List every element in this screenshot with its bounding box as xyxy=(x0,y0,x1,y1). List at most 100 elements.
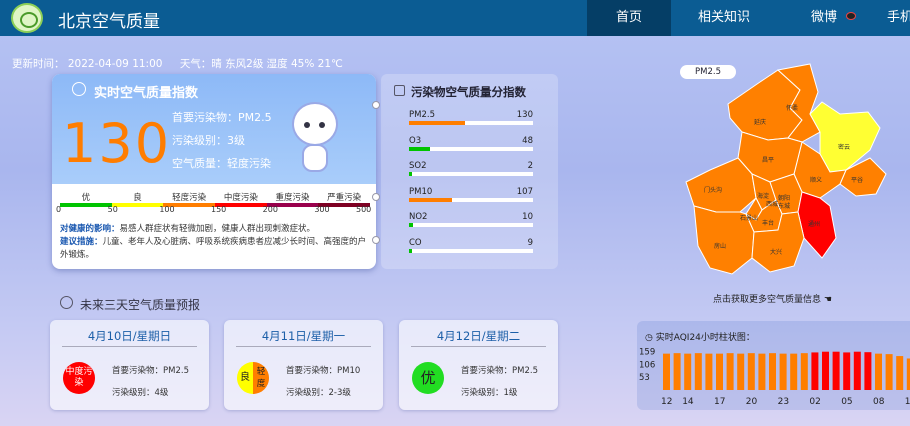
more-info-text: 点击获取更多空气质量信息 xyxy=(713,295,822,305)
chart-x-tick: 11 xyxy=(905,397,910,407)
pollutant-bar-track xyxy=(409,248,533,253)
forecast-pollutant: 首要污染物：PM10 xyxy=(286,366,361,376)
chart-bar[interactable] xyxy=(769,353,776,390)
chart-bar[interactable] xyxy=(684,353,692,390)
chart-x-tick: 23 xyxy=(778,397,789,407)
chart-bar[interactable] xyxy=(885,354,893,390)
top-navigation-bar: 北京空气质量 首页 相关知识 微博 手机 xyxy=(0,0,910,36)
pollutant-row[interactable]: NO2 10 xyxy=(409,212,533,227)
forecast-pollutant: 首要污染物：PM2.5 xyxy=(461,366,538,376)
chart-bar[interactable] xyxy=(822,351,829,390)
map-label: 大兴 xyxy=(770,248,782,256)
chart-bar[interactable] xyxy=(694,353,702,390)
aqi-scale-category: 严重污染 xyxy=(327,193,362,203)
map-district-mentougou[interactable] xyxy=(685,157,757,213)
aqi-scale-color xyxy=(111,203,164,207)
update-time: 更新时间： 2022-04-09 11:00 xyxy=(12,58,163,70)
chart-bar[interactable] xyxy=(726,353,734,390)
chart-bar[interactable] xyxy=(737,353,745,390)
nav-item-mobile[interactable]: 手机 xyxy=(880,0,910,36)
aqi-scale-category: 中度污染 xyxy=(223,193,258,203)
forecast-pollutant: 首要污染物：PM2.5 xyxy=(112,366,189,376)
pollutant-row[interactable]: CO 9 xyxy=(409,237,533,253)
chart-bar[interactable] xyxy=(663,353,670,390)
beijing-district-map[interactable]: 延庆 怀柔 密云 平谷 顺义 昌平 门头沟 海淀 朝阳 通州 石景山 丰台 房山… xyxy=(670,62,900,292)
chart-bar[interactable] xyxy=(790,353,798,390)
advice-label: 建议措施： xyxy=(60,237,103,247)
chart-bar[interactable] xyxy=(853,351,861,390)
forecast-card[interactable]: 4月12日/星期二 优 首要污染物：PM2.5 污染级别：1级 xyxy=(399,320,558,410)
chart-bar[interactable] xyxy=(747,353,755,390)
forecast-badge: 中度污染 xyxy=(63,362,95,394)
pollutant-bar-fill xyxy=(409,223,413,227)
forecast-card[interactable]: 4月10日/星期日 中度污染 首要污染物：PM2.5 污染级别：4级 xyxy=(50,320,209,410)
pollutant-bar-fill xyxy=(409,146,431,151)
pollutant-selector-badge[interactable]: PM2.5 xyxy=(680,65,736,79)
map-label: 通州 xyxy=(808,220,820,228)
aqi-value: 130 xyxy=(62,112,172,175)
forecast-badge: 优 xyxy=(412,362,444,394)
forecast-date: 4月10日/星期日 xyxy=(87,329,172,343)
pollutant-bar-fill xyxy=(409,197,453,202)
pollutant-bar-track xyxy=(409,223,533,227)
pollutant-row[interactable]: O3 48 xyxy=(409,136,533,151)
primary-pollutant: 首要污染物：PM2.5 xyxy=(172,111,272,124)
chart-bar[interactable] xyxy=(896,356,904,390)
chart-bar[interactable] xyxy=(875,353,882,390)
pollutant-row[interactable]: SO2 2 xyxy=(409,161,533,176)
site-logo[interactable] xyxy=(11,3,43,33)
more-info-link[interactable]: 点击获取更多空气质量信息 ☚ xyxy=(713,292,832,305)
chart-bar[interactable] xyxy=(843,352,851,390)
forecast-badge-left: 良 xyxy=(237,362,253,394)
pollutant-bar-track xyxy=(409,197,533,202)
chart-x-tick: 17 xyxy=(714,397,725,407)
pollutant-bar-track xyxy=(409,121,533,125)
weibo-icon[interactable] xyxy=(846,12,856,20)
aqi-scale-bar: 优 良 轻度污染 中度污染 重度污染 严重污染 xyxy=(60,191,370,207)
chart-bar[interactable] xyxy=(864,352,872,390)
chart-bar[interactable] xyxy=(779,353,787,390)
divider xyxy=(411,346,546,347)
chart-bar[interactable] xyxy=(716,353,723,390)
map-label: 海淀 xyxy=(757,192,769,200)
pollutant-card-title: 污染物空气质量分指数 xyxy=(411,85,526,99)
pollutant-bar-track xyxy=(409,146,533,151)
map-label: 西城 xyxy=(766,201,778,208)
aqi-scale-tick: 50 xyxy=(107,205,118,214)
pollutant-row[interactable]: PM10 107 xyxy=(409,187,533,202)
aqi-scale-tick: 0 xyxy=(56,205,62,214)
chart-bar[interactable] xyxy=(673,353,681,390)
rivet-icon xyxy=(372,101,380,109)
chart-x-tick: 14 xyxy=(682,397,694,407)
forecast-title: 未来三天空气质量预报 xyxy=(80,298,201,312)
nav-item-knowledge[interactable]: 相关知识 xyxy=(688,0,760,36)
pollutant-value: 2 xyxy=(527,161,533,171)
chart-bar[interactable] xyxy=(811,352,819,390)
pollution-level: 污染级别：3级 xyxy=(172,134,245,147)
chart-x-tick: 05 xyxy=(841,397,852,407)
map-label: 怀柔 xyxy=(786,104,798,112)
map-label: 丰台 xyxy=(762,219,774,227)
aqi-scale-tick: 500 xyxy=(356,205,372,214)
aqi-scale-tick: 150 xyxy=(211,205,227,214)
aqi-scale-color xyxy=(60,203,112,207)
chart-bar[interactable] xyxy=(758,353,766,390)
aqi-scale-category: 重度污染 xyxy=(275,193,310,203)
map-label: 东城 xyxy=(778,202,790,210)
nav-item-home[interactable]: 首页 xyxy=(587,0,671,36)
pollutant-row[interactable]: PM2.5 130 xyxy=(409,110,533,125)
map-label: 朝阳 xyxy=(778,194,790,202)
forecast-card[interactable]: 4月11日/星期一 良 轻度 首要污染物：PM10 污染级别：2-3级 xyxy=(224,320,383,410)
chart-bar[interactable] xyxy=(705,353,713,390)
chart-bar[interactable] xyxy=(800,353,808,390)
aqi-scale-category: 优 xyxy=(81,193,91,203)
pollutant-bar-track xyxy=(409,172,533,176)
app-title: 北京空气质量 xyxy=(58,12,160,32)
chart-bar[interactable] xyxy=(832,351,840,390)
aqi-scale-category: 良 xyxy=(133,193,142,203)
divider xyxy=(236,346,371,347)
pollutant-name: CO xyxy=(409,237,422,248)
status-line: 更新时间： 2022-04-09 11:00 天气：晴 东风2级 湿度 45% … xyxy=(12,56,357,71)
impact-label: 对健康的影响： xyxy=(60,224,120,234)
advice-text: 儿童、老年人及心脏病、呼吸系统疾病患者应减少长时间、高强度的户外锻炼。 xyxy=(60,237,367,260)
